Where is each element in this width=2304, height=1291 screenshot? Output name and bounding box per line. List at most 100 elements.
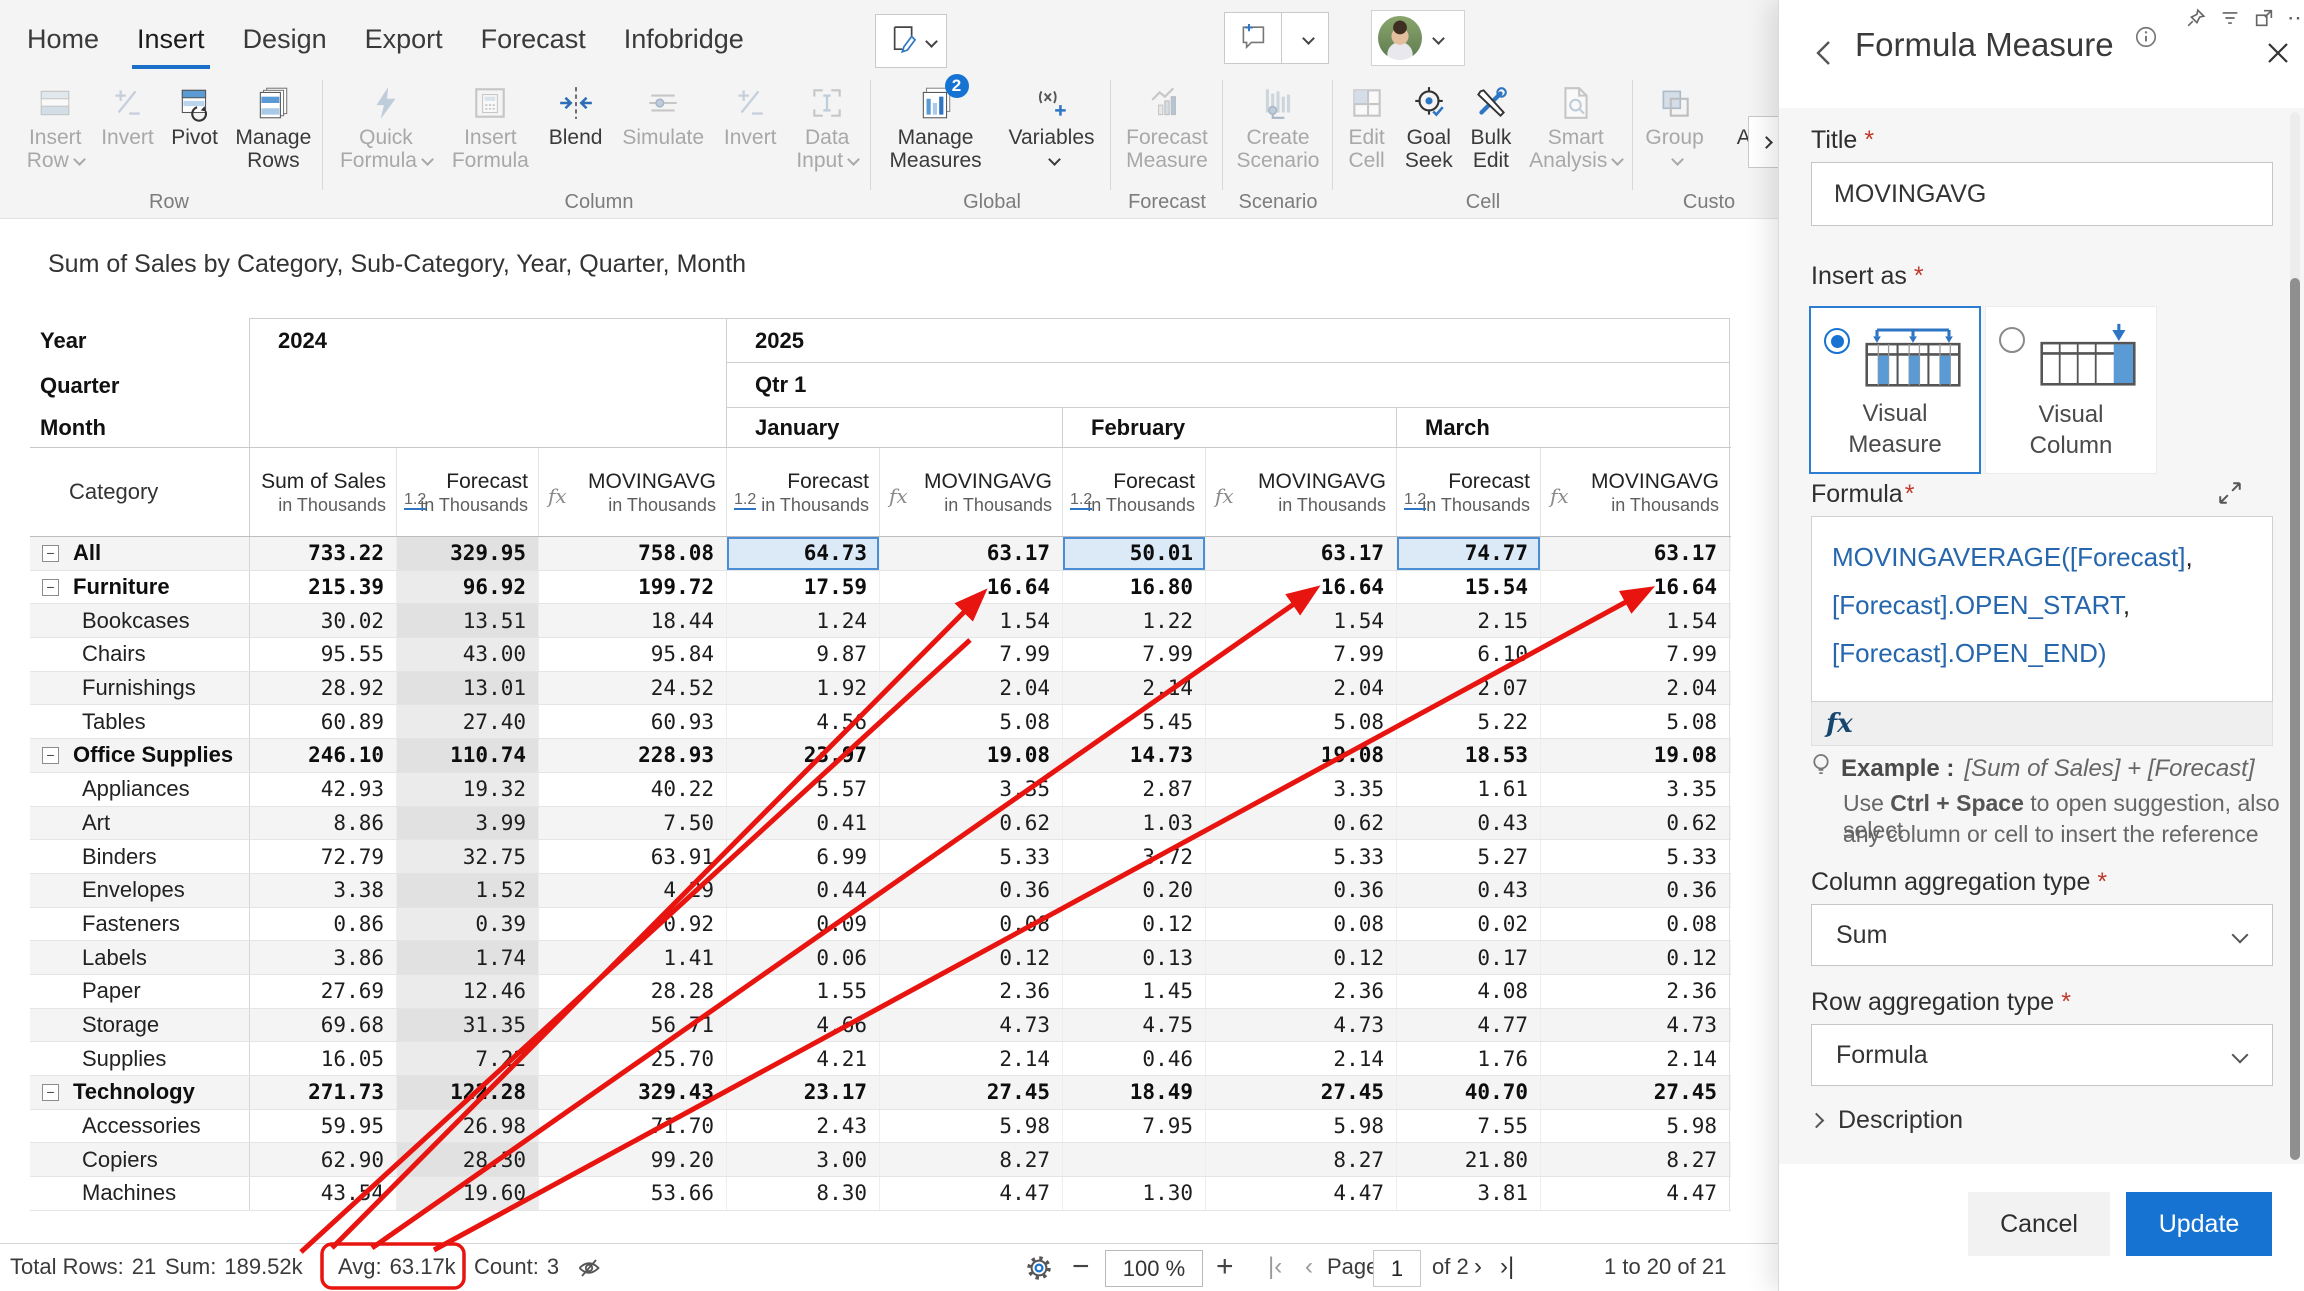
- row-label-art[interactable]: Art: [30, 807, 249, 840]
- cell-appliances-2[interactable]: 40.22: [538, 773, 726, 806]
- row-label-furniture[interactable]: −Furniture: [30, 571, 249, 604]
- zoom-out-button[interactable]: −: [1072, 1244, 1090, 1290]
- cell-storage-5[interactable]: 4.75: [1062, 1009, 1205, 1042]
- cell-appliances-4[interactable]: 3.35: [879, 773, 1062, 806]
- cell-bookcases-4[interactable]: 1.54: [879, 604, 1062, 637]
- title-input[interactable]: MOVINGAVG: [1811, 162, 2273, 226]
- cell-office-supplies-6[interactable]: 19.08: [1205, 739, 1396, 772]
- cell-binders-4[interactable]: 5.33: [879, 840, 1062, 873]
- cell-furniture-3[interactable]: 17.59: [726, 571, 879, 604]
- cell-machines-3[interactable]: 8.30: [726, 1177, 879, 1210]
- cell-bookcases-7[interactable]: 2.15: [1396, 604, 1540, 637]
- gear-icon[interactable]: [1024, 1253, 1054, 1283]
- collapse-icon[interactable]: −: [42, 747, 59, 764]
- cell-furnishings-8[interactable]: 2.04: [1540, 672, 1730, 705]
- cell-technology-3[interactable]: 23.17: [726, 1076, 879, 1109]
- cancel-button[interactable]: Cancel: [1968, 1192, 2110, 1256]
- cell-storage-6[interactable]: 4.73: [1205, 1009, 1396, 1042]
- cell-machines-6[interactable]: 4.47: [1205, 1177, 1396, 1210]
- cell-labels-3[interactable]: 0.06: [726, 941, 879, 974]
- cell-labels-5[interactable]: 0.13: [1062, 941, 1205, 974]
- column-header-forecast[interactable]: 1.2Forecastin Thousands: [396, 448, 538, 536]
- column-header-forecast[interactable]: 1.2Forecastin Thousands: [1062, 448, 1205, 536]
- cell-art-3[interactable]: 0.41: [726, 807, 879, 840]
- cell-chairs-7[interactable]: 6.10: [1396, 638, 1540, 671]
- cell-fasteners-2[interactable]: 0.92: [538, 908, 726, 941]
- cell-office-supplies-3[interactable]: 23.97: [726, 739, 879, 772]
- month-header-march[interactable]: March: [1396, 408, 1730, 447]
- cell-chairs-6[interactable]: 7.99: [1205, 638, 1396, 671]
- cell-technology-5[interactable]: 18.49: [1062, 1076, 1205, 1109]
- cell-art-7[interactable]: 0.43: [1396, 807, 1540, 840]
- cell-all-7[interactable]: 74.77: [1396, 537, 1540, 570]
- row-label-machines[interactable]: Machines: [30, 1177, 249, 1210]
- row-label-binders[interactable]: Binders: [30, 840, 249, 873]
- account-menu[interactable]: [1371, 10, 1465, 66]
- cell-accessories-3[interactable]: 2.43: [726, 1110, 879, 1143]
- panel-scrollbar[interactable]: [2290, 112, 2300, 1160]
- ribbon-button-blend[interactable]: Blend: [543, 80, 609, 149]
- next-page-button[interactable]: ›: [1474, 1244, 1482, 1290]
- cell-tables-5[interactable]: 5.45: [1062, 705, 1205, 738]
- cell-envelopes-5[interactable]: 0.20: [1062, 874, 1205, 907]
- cell-appliances-7[interactable]: 1.61: [1396, 773, 1540, 806]
- option-visual-measure[interactable]: Visual Measure: [1809, 306, 1981, 474]
- row-label-bookcases[interactable]: Bookcases: [30, 604, 249, 637]
- cell-furniture-6[interactable]: 16.64: [1205, 571, 1396, 604]
- cell-labels-6[interactable]: 0.12: [1205, 941, 1396, 974]
- last-page-button[interactable]: ›|: [1500, 1244, 1514, 1290]
- cell-accessories-2[interactable]: 71.70: [538, 1110, 726, 1143]
- cell-storage-4[interactable]: 4.73: [879, 1009, 1062, 1042]
- cell-envelopes-4[interactable]: 0.36: [879, 874, 1062, 907]
- cell-supplies-7[interactable]: 1.76: [1396, 1042, 1540, 1075]
- ribbon-button-create-scenario[interactable]: CreateScenario: [1231, 80, 1326, 172]
- option-visual-column[interactable]: Visual Column: [1985, 306, 2157, 474]
- cell-appliances-3[interactable]: 5.57: [726, 773, 879, 806]
- ribbon-button-smart-analysis[interactable]: SmartAnalysis: [1523, 80, 1628, 172]
- cell-fasteners-3[interactable]: 0.09: [726, 908, 879, 941]
- cell-office-supplies-7[interactable]: 18.53: [1396, 739, 1540, 772]
- cell-binders-1[interactable]: 32.75: [396, 840, 538, 873]
- cell-binders-0[interactable]: 72.79: [249, 840, 396, 873]
- cell-tables-4[interactable]: 5.08: [879, 705, 1062, 738]
- cell-all-0[interactable]: 733.22: [249, 537, 396, 570]
- ribbon-button-simulate[interactable]: Simulate: [616, 80, 710, 149]
- cell-accessories-4[interactable]: 5.98: [879, 1110, 1062, 1143]
- month-header-february[interactable]: February: [1062, 408, 1396, 447]
- cell-supplies-4[interactable]: 2.14: [879, 1042, 1062, 1075]
- cell-fasteners-4[interactable]: 0.08: [879, 908, 1062, 941]
- cell-chairs-1[interactable]: 43.00: [396, 638, 538, 671]
- cell-paper-8[interactable]: 2.36: [1540, 975, 1730, 1008]
- cell-all-8[interactable]: 63.17: [1540, 537, 1730, 570]
- cell-machines-0[interactable]: 43.54: [249, 1177, 396, 1210]
- tab-design[interactable]: Design: [224, 16, 346, 63]
- expand-editor-icon[interactable]: [2217, 480, 2243, 511]
- cell-chairs-5[interactable]: 7.99: [1062, 638, 1205, 671]
- cell-machines-1[interactable]: 19.60: [396, 1177, 538, 1210]
- cell-supplies-2[interactable]: 25.70: [538, 1042, 726, 1075]
- cell-machines-7[interactable]: 3.81: [1396, 1177, 1540, 1210]
- cell-binders-3[interactable]: 6.99: [726, 840, 879, 873]
- annotate-button[interactable]: [875, 14, 947, 68]
- cell-paper-2[interactable]: 28.28: [538, 975, 726, 1008]
- ribbon-button-variables[interactable]: Variables: [1003, 80, 1101, 172]
- row-label-tables[interactable]: Tables: [30, 705, 249, 738]
- cell-accessories-7[interactable]: 7.55: [1396, 1110, 1540, 1143]
- row-label-storage[interactable]: Storage: [30, 1009, 249, 1042]
- cell-tables-1[interactable]: 27.40: [396, 705, 538, 738]
- cell-furnishings-4[interactable]: 2.04: [879, 672, 1062, 705]
- filter-lines-icon[interactable]: [2218, 6, 2242, 30]
- cell-storage-7[interactable]: 4.77: [1396, 1009, 1540, 1042]
- cell-all-4[interactable]: 63.17: [879, 537, 1062, 570]
- row-label-appliances[interactable]: Appliances: [30, 773, 249, 806]
- cell-copiers-7[interactable]: 21.80: [1396, 1143, 1540, 1176]
- year-header-2025[interactable]: 2025: [726, 318, 1730, 363]
- zoom-in-button[interactable]: +: [1216, 1244, 1234, 1290]
- cell-technology-1[interactable]: 122.28: [396, 1076, 538, 1109]
- cell-art-0[interactable]: 8.86: [249, 807, 396, 840]
- column-header-forecast[interactable]: 1.2Forecastin Thousands: [1396, 448, 1540, 536]
- cell-furniture-4[interactable]: 16.64: [879, 571, 1062, 604]
- cell-chairs-0[interactable]: 95.55: [249, 638, 396, 671]
- cell-machines-5[interactable]: 1.30: [1062, 1177, 1205, 1210]
- row-label-paper[interactable]: Paper: [30, 975, 249, 1008]
